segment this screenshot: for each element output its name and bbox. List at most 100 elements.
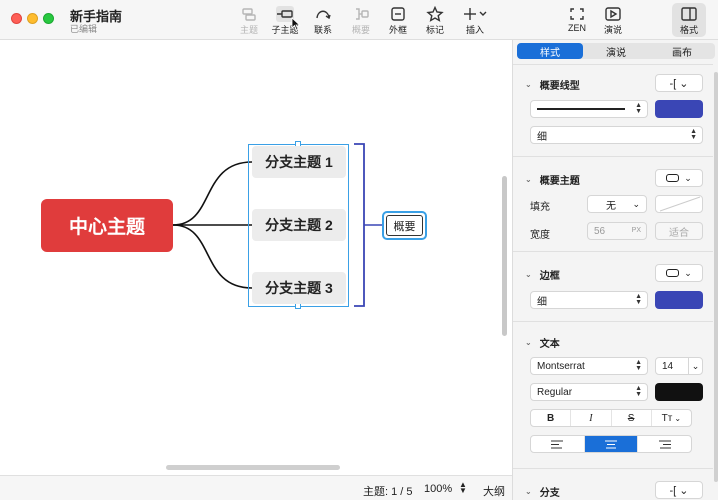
divider (513, 64, 713, 65)
canvas-vertical-scrollbar[interactable] (502, 176, 507, 336)
divider (513, 468, 713, 469)
updown-chevron-icon: ▲ ▼ (690, 128, 697, 141)
section-summary-topic[interactable]: ⌄ 概要主题 (525, 172, 580, 187)
no-fill-slash (659, 196, 701, 212)
panel-tabs: 样式 演说 画布 (517, 43, 715, 59)
chevron-down-icon: ⌄ (525, 270, 532, 279)
chevron-down-icon: ⌄ (632, 199, 640, 209)
rounded-rect-shape-icon (666, 174, 680, 182)
zoom-stepper-icon[interactable]: ▲ ▼ (459, 481, 467, 495)
fill-label: 填充 (530, 202, 550, 213)
fit-button[interactable]: 适合 (655, 222, 703, 240)
align-center-button[interactable] (584, 436, 639, 452)
topic-count: 主题: 1 / 5 (363, 486, 413, 498)
align-right-icon (658, 440, 671, 448)
border-shape-select[interactable]: ⌄ (655, 264, 703, 282)
divider (513, 251, 713, 252)
width-label: 宽度 (530, 230, 550, 241)
summary-topic[interactable]: 概要 (382, 211, 427, 240)
format-panel: 样式 演说 画布 ⌄ 概要线型 -[ ⌄ ▲ ▼ 细 ▲ ▼ ⌄ 概要主题 ⌄ … (512, 40, 718, 500)
chevron-down-icon: ⌄ (525, 487, 532, 496)
text-align-group (530, 435, 692, 453)
italic-button[interactable]: I (571, 410, 612, 426)
fill-select[interactable]: 无 ⌄ (587, 195, 647, 213)
summary-shape-select[interactable]: -[ ⌄ (655, 74, 703, 92)
summary-line-weight-value: 细 (537, 131, 547, 143)
align-center-icon (605, 440, 617, 448)
section-branch-title: 分支 (539, 488, 560, 499)
zoom-level[interactable]: 100% (424, 483, 452, 495)
border-color[interactable] (655, 291, 703, 309)
tab-canvas[interactable]: 画布 (649, 43, 715, 59)
line-style-preview (537, 108, 625, 110)
topic-shape-select[interactable]: ⌄ (655, 169, 703, 187)
rounded-rect-shape-icon (666, 269, 680, 277)
fullscreen-icon (570, 8, 584, 20)
text-case-button[interactable]: Tт ⌄ (652, 410, 691, 426)
chevron-down-icon: ⌄ (525, 175, 532, 184)
format-button[interactable]: 格式 (672, 3, 706, 37)
width-unit: PX (631, 227, 641, 234)
font-family-select[interactable]: Montserrat ▲ ▼ (530, 357, 648, 375)
text-case-label: Tт (661, 412, 673, 424)
mouse-cursor-icon (291, 17, 301, 31)
tab-style[interactable]: 样式 (517, 43, 583, 59)
summary-line-color[interactable] (655, 100, 703, 118)
chevron-down-icon: ⌄ (525, 80, 532, 89)
chevron-down-icon: ⌄ (674, 413, 682, 423)
fill-color-swatch[interactable] (655, 195, 703, 213)
font-size-value: 14 (662, 360, 674, 372)
strikethrough-button[interactable]: S (612, 410, 652, 426)
width-value: 56 (594, 225, 606, 237)
branch-topic-1[interactable]: 分支主题 1 (252, 146, 346, 178)
align-right-button[interactable] (638, 436, 691, 452)
updown-chevron-icon: ▲ ▼ (635, 359, 642, 372)
present-button-label: 演说 (603, 25, 622, 35)
bold-button[interactable]: B (531, 410, 572, 426)
sidebar-panel-icon (681, 7, 697, 21)
format-button-label: 格式 (679, 25, 698, 35)
divider (513, 321, 713, 322)
section-text-title: 文本 (539, 339, 560, 350)
updown-chevron-icon: ▲ ▼ (635, 385, 642, 398)
branch-shape-select[interactable]: -[ ⌄ (655, 481, 703, 499)
updown-chevron-icon: ▲ ▼ (635, 293, 642, 306)
width-input[interactable]: 56 PX (587, 222, 647, 240)
section-text[interactable]: ⌄ 文本 (525, 335, 560, 350)
section-branch[interactable]: ⌄ 分支 (525, 484, 560, 499)
bracket-shape-icon: -[ ⌄ (669, 484, 689, 497)
font-weight-select[interactable]: Regular ▲ ▼ (530, 383, 648, 401)
font-family-value: Montserrat (537, 360, 585, 372)
text-color[interactable] (655, 383, 703, 401)
divider (513, 156, 713, 157)
summary-bracket (354, 143, 365, 307)
chevron-down-icon: ⌄ (684, 172, 692, 183)
summary-line-style-select[interactable]: ▲ ▼ (530, 100, 648, 118)
summary-topic-label: 概要 (386, 215, 423, 236)
section-summary-topic-title: 概要主题 (539, 176, 580, 187)
section-summary-line-title: 概要线型 (539, 81, 580, 92)
panel-scrollbar[interactable] (714, 72, 718, 482)
tab-presentation[interactable]: 演说 (583, 43, 649, 59)
align-left-button[interactable] (531, 436, 585, 452)
canvas-horizontal-scrollbar[interactable] (166, 465, 340, 470)
present-button[interactable]: 演说 (601, 3, 625, 37)
border-weight-select[interactable]: 细 ▲ ▼ (530, 291, 648, 309)
section-summary-line[interactable]: ⌄ 概要线型 (525, 77, 580, 92)
section-border[interactable]: ⌄ 边框 (525, 267, 560, 282)
font-weight-value: Regular (537, 386, 573, 398)
text-style-group: B I S Tт ⌄ (530, 409, 692, 427)
play-icon (605, 7, 621, 21)
summary-line-weight-select[interactable]: 细 ▲ ▼ (530, 126, 703, 144)
font-size-select[interactable]: 14 ⌄ (655, 357, 703, 375)
central-topic[interactable]: 中心主题 (41, 199, 173, 252)
status-bar: 主题: 1 / 5 100% ▲ ▼ 大纲 (0, 475, 512, 500)
app-window: 新手指南 已编辑 主题 子主题 联系 概要 外框 标记 插入 ZEN 演说 格式… (0, 0, 718, 500)
chevron-down-icon: ⌄ (688, 358, 702, 374)
zen-button[interactable]: ZEN (565, 3, 589, 37)
align-left-icon (551, 440, 564, 448)
branch-topic-2[interactable]: 分支主题 2 (252, 209, 346, 241)
branch-topic-3[interactable]: 分支主题 3 (252, 272, 346, 304)
outline-button[interactable]: 大纲 (483, 483, 505, 499)
updown-chevron-icon: ▲ ▼ (635, 102, 642, 115)
